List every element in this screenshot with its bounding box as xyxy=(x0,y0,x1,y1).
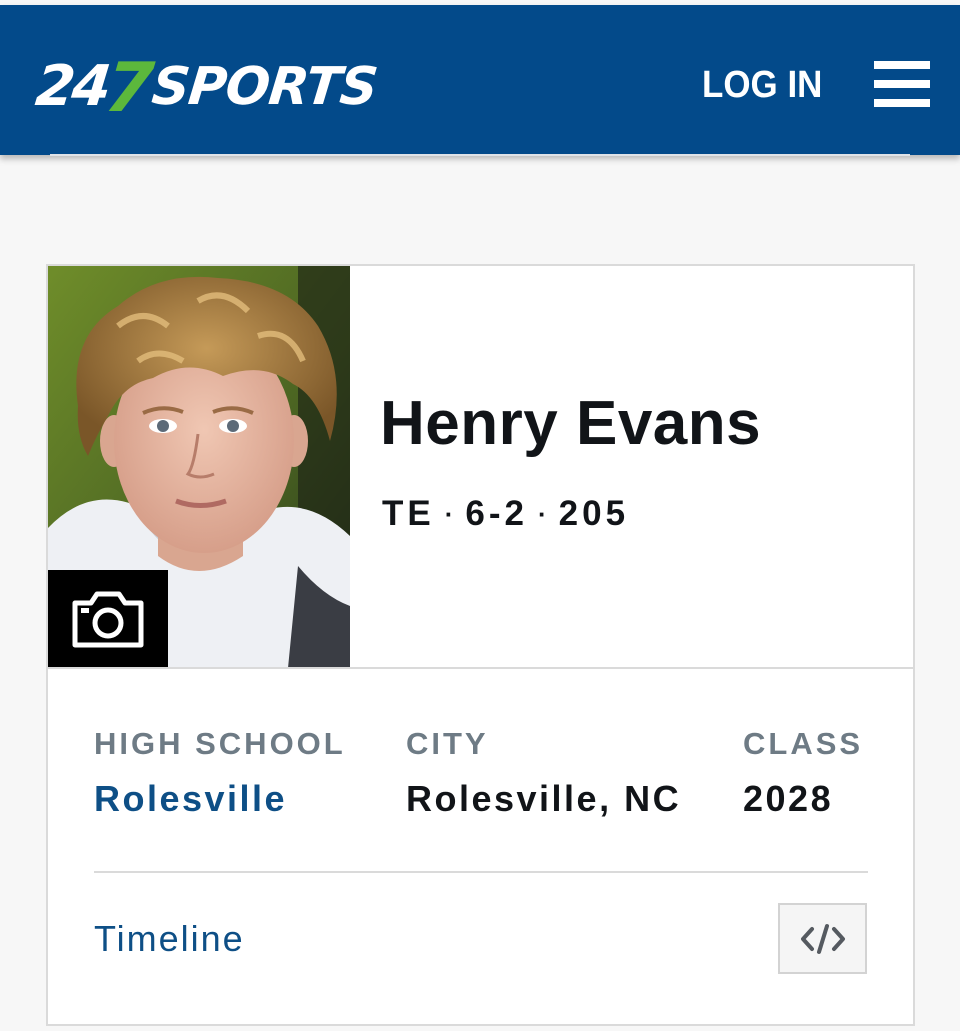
timeline-link[interactable]: Timeline xyxy=(94,918,245,960)
logo-text-24: 24 xyxy=(32,54,112,119)
meta-separator: · xyxy=(538,499,547,529)
player-weight: 205 xyxy=(558,494,630,533)
high-school-link[interactable]: Rolesville xyxy=(94,778,287,820)
player-profile-card: Henry Evans TE · 6-2 · 205 HIGH SCHOOL R… xyxy=(46,264,915,1026)
player-name: Henry Evans xyxy=(380,389,762,458)
logo-text-sports: SPORTS xyxy=(149,57,380,117)
logo-text-7: 7 xyxy=(101,49,155,128)
embed-button[interactable] xyxy=(778,903,867,974)
site-logo[interactable]: 24 7 SPORTS xyxy=(32,49,380,128)
class-value: 2028 xyxy=(743,778,834,819)
code-embed-icon xyxy=(800,923,845,954)
city-value: Rolesville, NC xyxy=(406,778,682,819)
card-divider xyxy=(48,667,915,669)
info-divider xyxy=(94,871,868,873)
player-position: TE xyxy=(382,494,435,533)
page: 24 7 SPORTS LOG IN Henry Evans TE · 6-2 … xyxy=(0,0,960,1031)
high-school-label: HIGH SCHOOL xyxy=(94,726,346,761)
player-height: 6-2 xyxy=(465,494,528,533)
class-label: CLASS xyxy=(743,726,864,761)
player-photo[interactable] xyxy=(48,266,350,668)
player-measurables: TE · 6-2 · 205 xyxy=(382,494,629,534)
login-link[interactable]: LOG IN xyxy=(702,63,822,107)
city-label: CITY xyxy=(406,726,489,761)
hamburger-menu-icon[interactable] xyxy=(874,61,930,107)
site-header: 24 7 SPORTS LOG IN xyxy=(0,5,960,155)
camera-icon[interactable] xyxy=(48,570,168,668)
header-divider xyxy=(50,154,910,156)
meta-separator: · xyxy=(444,499,454,529)
